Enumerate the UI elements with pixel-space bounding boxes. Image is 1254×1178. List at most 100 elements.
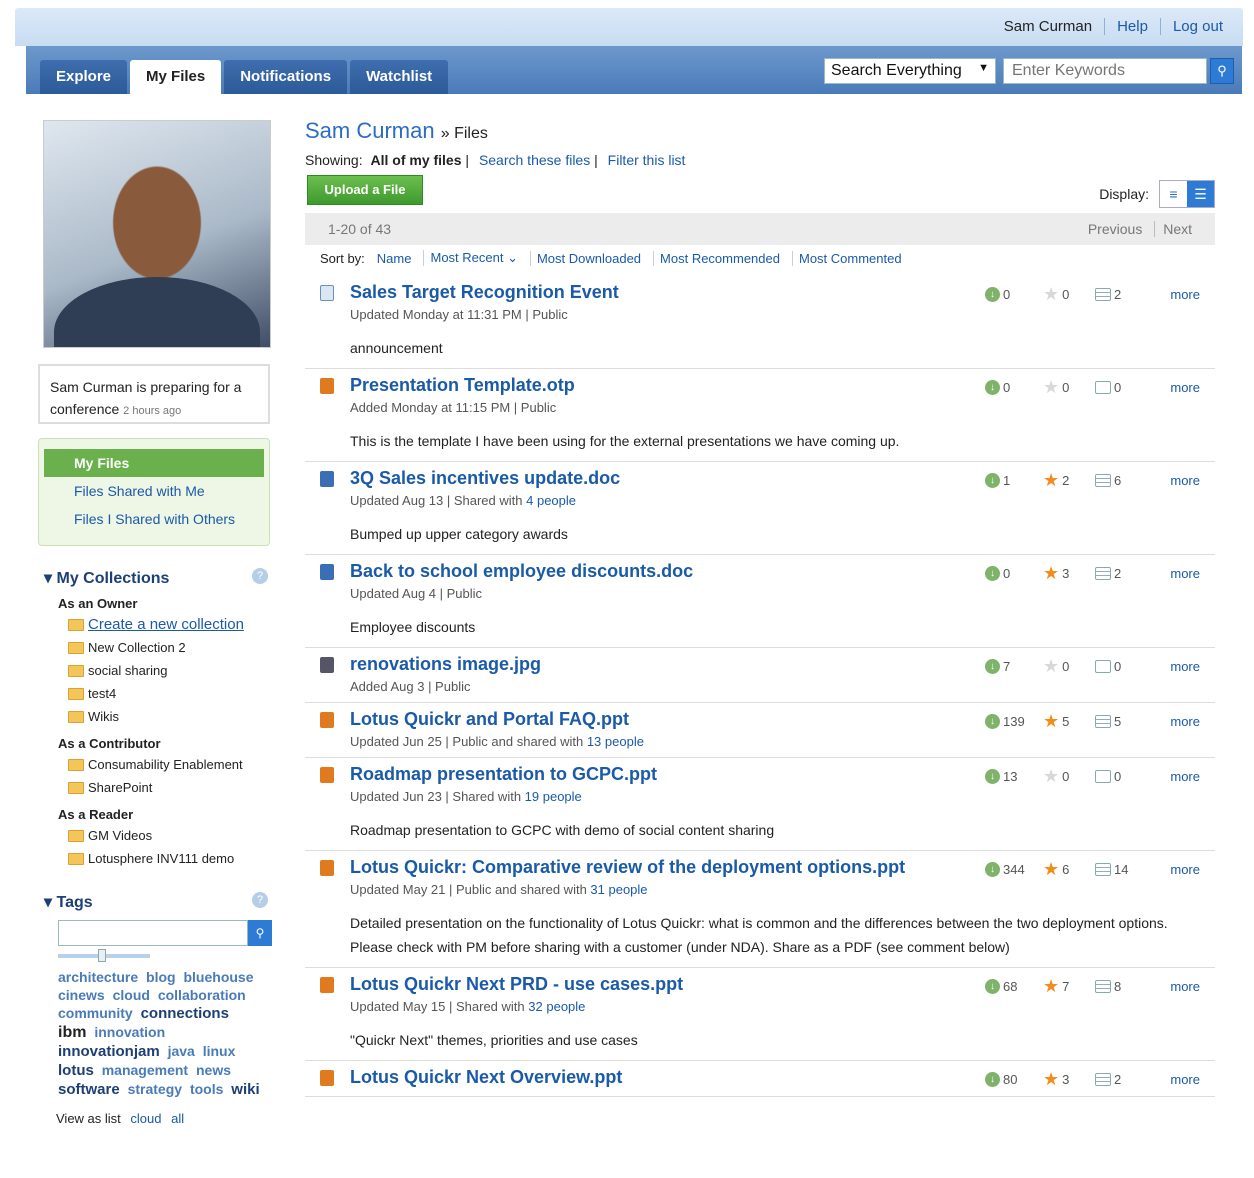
more-link[interactable]: more — [1170, 380, 1200, 395]
file-row[interactable]: Lotus Quickr and Portal FAQ.ppt Updated … — [305, 703, 1215, 758]
user-name[interactable]: Sam Curman — [992, 18, 1104, 35]
tag[interactable]: architecture — [58, 969, 138, 985]
star-icon[interactable]: ★ — [1043, 859, 1059, 880]
tag-search-button[interactable]: ⚲ — [248, 920, 272, 946]
file-row[interactable]: Lotus Quickr: Comparative review of the … — [305, 851, 1215, 968]
shared-people-link[interactable]: 13 people — [587, 734, 644, 749]
tag[interactable]: strategy — [128, 1081, 182, 1097]
help-icon[interactable]: ? — [252, 892, 268, 908]
file-row[interactable]: Lotus Quickr Next PRD - use cases.ppt Up… — [305, 968, 1215, 1061]
files-nav-shared-with-others[interactable]: Files I Shared with Others — [44, 505, 264, 533]
collection-item[interactable]: GM Videos — [68, 824, 274, 847]
tag[interactable]: linux — [203, 1043, 236, 1059]
view-as-list[interactable]: View as list — [56, 1111, 121, 1126]
help-icon[interactable]: ? — [252, 568, 268, 584]
comment-count[interactable]: 5 — [1095, 714, 1165, 729]
sort-name[interactable]: Name — [371, 251, 418, 266]
search-scope-select[interactable]: Search Everything ▼ — [824, 58, 996, 84]
more-link[interactable]: more — [1170, 979, 1200, 994]
tag[interactable]: blog — [146, 969, 176, 985]
tag[interactable]: innovation — [94, 1024, 165, 1040]
recommend-count[interactable]: ★ 2 — [1043, 470, 1095, 491]
sort-most-recent[interactable]: Most Recent ⌄ — [423, 250, 523, 266]
comment-count[interactable]: 2 — [1095, 1072, 1165, 1087]
shared-people-link[interactable]: 19 people — [525, 789, 582, 804]
tag[interactable]: collaboration — [158, 987, 246, 1003]
tag[interactable]: news — [196, 1062, 231, 1078]
more-link[interactable]: more — [1170, 1072, 1200, 1087]
star-icon[interactable]: ★ — [1043, 284, 1059, 305]
file-row[interactable]: Lotus Quickr Next Overview.ppt ↓ 80 ★ 3 2 … — [305, 1061, 1215, 1097]
recommend-count[interactable]: ★ 6 — [1043, 859, 1095, 880]
collection-item[interactable]: SharePoint — [68, 776, 274, 799]
detail-view-icon[interactable]: ☰ — [1187, 181, 1214, 207]
recommend-count[interactable]: ★ 0 — [1043, 766, 1095, 787]
more-link[interactable]: more — [1170, 473, 1200, 488]
search-input[interactable] — [1003, 58, 1207, 84]
file-row[interactable]: renovations image.jpg Added Aug 3 | Publ… — [305, 648, 1215, 703]
breadcrumb-owner[interactable]: Sam Curman — [305, 118, 435, 143]
tag[interactable]: tools — [190, 1081, 223, 1097]
filter-link[interactable]: Filter this list — [608, 152, 686, 168]
tab-explore[interactable]: Explore — [40, 60, 128, 94]
tags-header[interactable]: ▾ Tags ? — [38, 892, 274, 912]
tab-watchlist[interactable]: Watchlist — [350, 60, 449, 94]
list-view-icon[interactable]: ≡ — [1160, 181, 1187, 207]
tag[interactable]: ibm — [58, 1024, 86, 1041]
comment-count[interactable]: 2 — [1095, 287, 1165, 302]
comment-count[interactable]: 0 — [1095, 380, 1165, 395]
logout-link[interactable]: Log out — [1159, 18, 1235, 35]
recommend-count[interactable]: ★ 3 — [1043, 563, 1095, 584]
comment-count[interactable]: 0 — [1095, 769, 1165, 784]
recommend-count[interactable]: ★ 0 — [1043, 377, 1095, 398]
shared-people-link[interactable]: 31 people — [590, 882, 647, 897]
more-link[interactable]: more — [1170, 714, 1200, 729]
file-row[interactable]: Presentation Template.otp Added Monday a… — [305, 369, 1215, 462]
sort-most-recommended[interactable]: Most Recommended — [653, 250, 786, 266]
help-link[interactable]: Help — [1104, 18, 1160, 35]
collection-item[interactable]: New Collection 2 — [68, 636, 274, 659]
files-nav-my-files[interactable]: My Files — [44, 449, 264, 477]
more-link[interactable]: more — [1170, 769, 1200, 784]
tag[interactable]: community — [58, 1005, 133, 1021]
tag[interactable]: bluehouse — [183, 969, 253, 985]
star-icon[interactable]: ★ — [1043, 656, 1059, 677]
comment-count[interactable]: 6 — [1095, 473, 1165, 488]
view-cloud-link[interactable]: cloud — [130, 1111, 161, 1126]
tag[interactable]: software — [58, 1081, 120, 1098]
collection-item[interactable]: test4 — [68, 682, 274, 705]
tag[interactable]: wiki — [231, 1081, 259, 1098]
file-row[interactable]: Back to school employee discounts.doc Up… — [305, 555, 1215, 648]
create-collection-link[interactable]: Create a new collection — [68, 613, 274, 636]
tag[interactable]: connections — [141, 1005, 229, 1022]
recommend-count[interactable]: ★ 0 — [1043, 284, 1095, 305]
star-icon[interactable]: ★ — [1043, 1069, 1059, 1090]
search-files-link[interactable]: Search these files — [479, 152, 590, 168]
file-row[interactable]: Roadmap presentation to GCPC.ppt Updated… — [305, 758, 1215, 851]
more-link[interactable]: more — [1170, 659, 1200, 674]
star-icon[interactable]: ★ — [1043, 976, 1059, 997]
recommend-count[interactable]: ★ 5 — [1043, 711, 1095, 732]
star-icon[interactable]: ★ — [1043, 711, 1059, 732]
file-row[interactable]: Sales Target Recognition Event Updated M… — [305, 276, 1215, 369]
star-icon[interactable]: ★ — [1043, 766, 1059, 787]
comment-count[interactable]: 14 — [1095, 862, 1165, 877]
tag[interactable]: java — [168, 1043, 195, 1059]
tag[interactable]: lotus — [58, 1062, 94, 1079]
collection-item[interactable]: social sharing — [68, 659, 274, 682]
more-link[interactable]: more — [1170, 862, 1200, 877]
more-link[interactable]: more — [1170, 287, 1200, 302]
tab-my-files[interactable]: My Files — [130, 60, 222, 94]
files-nav-shared-with-me[interactable]: Files Shared with Me — [44, 477, 264, 505]
next-link[interactable]: Next — [1154, 221, 1200, 237]
more-link[interactable]: more — [1170, 566, 1200, 581]
tag[interactable]: cinews — [58, 987, 105, 1003]
tag-search-input[interactable] — [58, 920, 248, 946]
previous-link[interactable]: Previous — [1080, 221, 1150, 237]
tab-notifications[interactable]: Notifications — [224, 60, 348, 94]
comment-count[interactable]: 2 — [1095, 566, 1165, 581]
tag-slider[interactable] — [58, 949, 150, 962]
search-button[interactable]: ⚲ — [1210, 58, 1234, 84]
shared-people-link[interactable]: 4 people — [526, 493, 576, 508]
sort-most-commented[interactable]: Most Commented — [791, 250, 908, 266]
